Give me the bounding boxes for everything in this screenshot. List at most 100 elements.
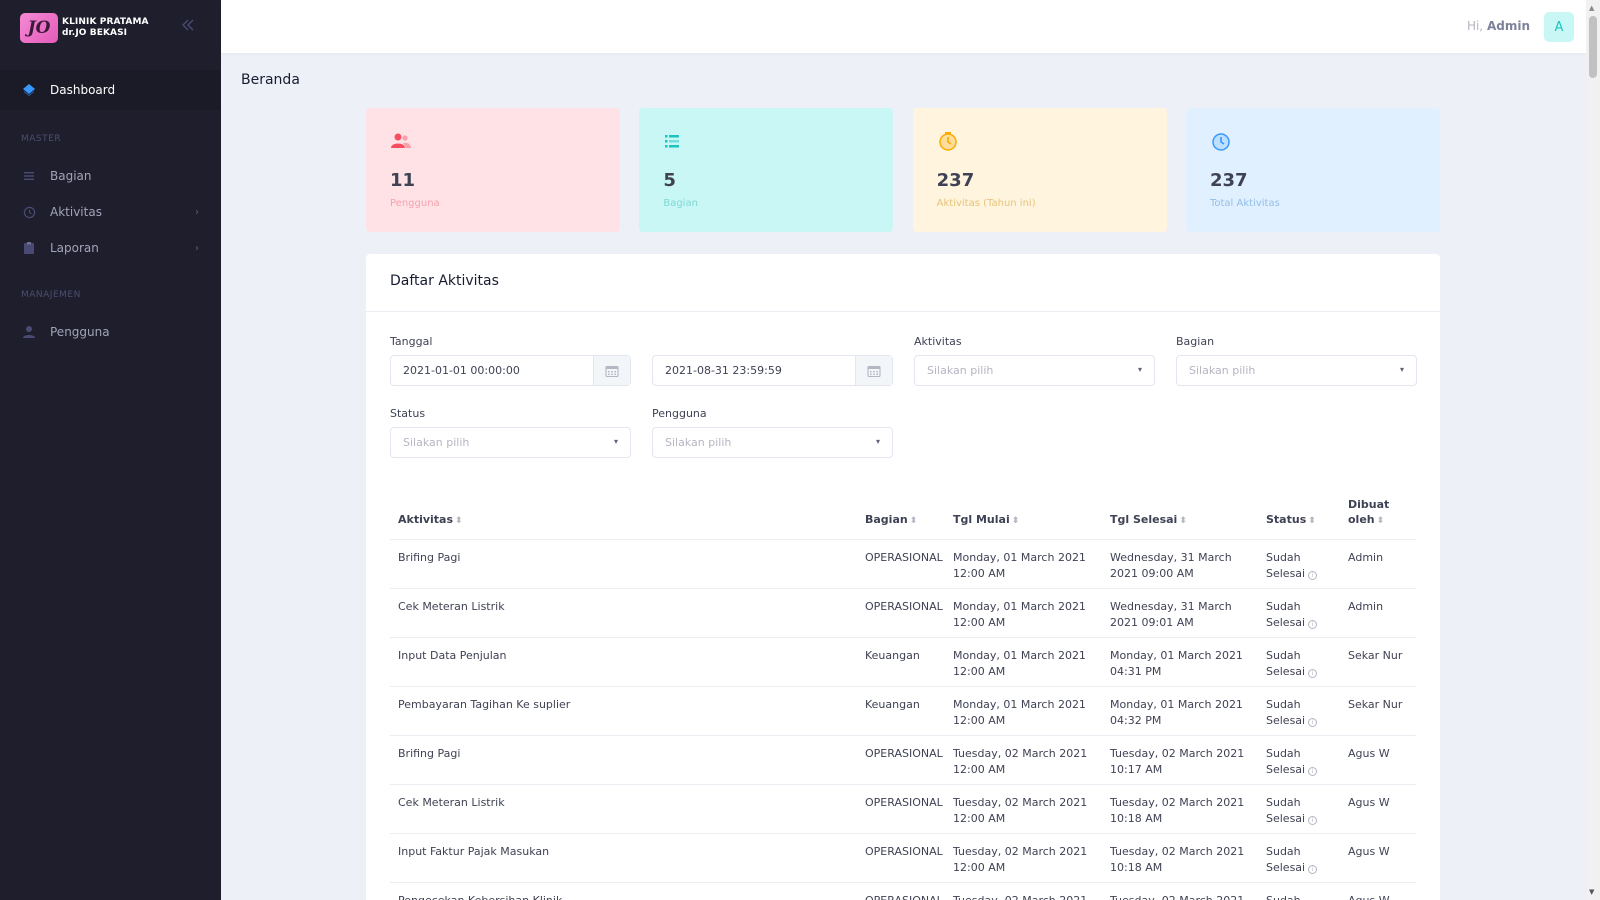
cell-bagian: Keuangan <box>865 698 920 711</box>
sort-icon: ⬍ <box>455 516 463 526</box>
stat-card-bagian[interactable]: 5 Bagian <box>639 108 894 232</box>
column-header-aktivitas[interactable]: Aktivitas ⬍ <box>398 512 463 529</box>
column-header-dibuat-oleh[interactable]: Dibuat oleh ⬍ <box>1348 497 1398 529</box>
stat-card-aktivitas-tahun-ini[interactable]: 237 Aktivitas (Tahun ini) <box>912 108 1167 232</box>
date-to-input[interactable]: 2021-08-31 23:59:59 <box>652 355 893 386</box>
table-row[interactable]: Pengecekan Kebersihan Klinik OPERASIONAL… <box>390 883 1416 900</box>
cell-aktivitas: Cek Meteran Listrik <box>398 796 505 809</box>
cell-tgl-selesai: Tuesday, 02 March 2021 10:17 AM <box>1110 747 1245 776</box>
chevron-down-icon: ▾ <box>1399 365 1404 374</box>
stat-value: 237 <box>936 170 975 191</box>
cell-aktivitas: Cek Meteran Listrik <box>398 600 505 613</box>
collapse-sidebar-icon[interactable] <box>181 18 195 36</box>
sidebar-item-pengguna[interactable]: Pengguna <box>0 314 221 350</box>
page-title: Beranda <box>241 72 300 88</box>
cell-dibuat-oleh: Admin <box>1348 600 1384 613</box>
stat-label: Pengguna <box>390 198 440 209</box>
calendar-icon[interactable] <box>855 356 892 385</box>
cell-status: SudahSelesaii <box>1266 844 1318 876</box>
cell-aktivitas: Brifing Pagi <box>398 551 461 564</box>
sidebar-item-dashboard[interactable]: Dashboard <box>0 70 221 110</box>
column-header-bagian[interactable]: Bagian ⬍ <box>865 512 917 529</box>
cell-dibuat-oleh: Agus W <box>1348 796 1390 809</box>
cell-dibuat-oleh: Agus W <box>1348 845 1390 858</box>
brand-logo: JO <box>20 13 58 43</box>
avatar[interactable]: A <box>1544 12 1574 42</box>
sidebar-item-label: Dashboard <box>50 83 116 97</box>
brand-name: KLINIK PRATAMA dr.JO BEKASI <box>62 17 149 38</box>
chevron-right-icon: › <box>195 242 199 254</box>
info-icon[interactable]: i <box>1308 767 1318 776</box>
cell-aktivitas: Input Data Penjulan <box>398 649 507 662</box>
cell-aktivitas: Brifing Pagi <box>398 747 461 760</box>
cell-tgl-mulai: Tuesday, 02 March 202112:00 AM <box>953 845 1088 874</box>
sidebar-item-bagian[interactable]: Bagian <box>0 158 221 194</box>
table-row[interactable]: Input Data Penjulan Keuangan Monday, 01 … <box>390 638 1416 687</box>
panel-title: Daftar Aktivitas <box>366 254 1440 312</box>
cell-bagian: OPERASIONAL <box>865 893 943 900</box>
stat-label: Bagian <box>663 198 698 209</box>
cell-tgl-selesai: Tuesday, 02 March 202110:20 AM <box>1110 893 1244 900</box>
cell-aktivitas: Input Faktur Pajak Masukan <box>398 845 550 858</box>
column-header-tgl-mulai[interactable]: Tgl Mulai ⬍ <box>953 512 1019 529</box>
page-scrollbar[interactable]: ▲ ▼ <box>1586 0 1600 900</box>
cell-dibuat-oleh: Sekar Nur <box>1348 698 1403 711</box>
clock-icon <box>1210 130 1232 152</box>
aktivitas-select[interactable]: Silakan pilih ▾ <box>914 355 1155 386</box>
stat-card-total-aktivitas[interactable]: 237 Total Aktivitas <box>1185 108 1440 232</box>
cell-bagian: OPERASIONAL <box>865 796 943 809</box>
list-icon <box>22 169 36 183</box>
user-greeting[interactable]: Hi, Admin <box>1467 19 1530 33</box>
sort-icon: ⬍ <box>1179 516 1187 526</box>
cell-tgl-selesai: Tuesday, 02 March 2021 10:18 AM <box>1110 845 1245 874</box>
table-row[interactable]: Cek Meteran Listrik OPERASIONAL Tuesday,… <box>390 785 1416 834</box>
status-select[interactable]: Silakan pilih ▾ <box>390 427 631 458</box>
info-icon[interactable]: i <box>1308 571 1318 580</box>
cell-dibuat-oleh: Admin <box>1348 551 1384 564</box>
column-header-status[interactable]: Status ⬍ <box>1266 512 1316 529</box>
info-icon[interactable]: i <box>1308 620 1318 629</box>
stat-card-pengguna[interactable]: 11 Pengguna <box>366 108 620 232</box>
brand[interactable]: JO KLINIK PRATAMA dr.JO BEKASI <box>0 0 221 56</box>
sidebar-item-label: Aktivitas <box>50 205 102 219</box>
cell-tgl-mulai: Monday, 01 March 2021 12:00 AM <box>953 600 1086 629</box>
calendar-icon[interactable] <box>593 356 630 385</box>
table-body: Brifing Pagi OPERASIONAL Monday, 01 Marc… <box>390 540 1416 900</box>
cell-tgl-selesai: Wednesday, 31 March 2021 09:00 AM <box>1110 551 1232 580</box>
table-row[interactable]: Brifing Pagi OPERASIONAL Monday, 01 Marc… <box>390 540 1416 589</box>
users-icon <box>390 130 412 152</box>
stat-value: 5 <box>663 170 676 191</box>
cell-tgl-selesai: Monday, 01 March 2021 04:31 PM <box>1110 649 1243 678</box>
scroll-up-arrow-icon[interactable]: ▲ <box>1589 4 1594 12</box>
activity-panel: Daftar Aktivitas Tanggal 2021-01-01 00:0… <box>366 254 1440 900</box>
cell-status: SudahSelesaii <box>1266 795 1318 827</box>
cell-status: SudahSelesaii <box>1266 893 1317 900</box>
table-row[interactable]: Pembayaran Tagihan Ke suplier Keuangan M… <box>390 687 1416 736</box>
chevron-down-icon: ▾ <box>1137 365 1142 374</box>
sidebar-section-manajemen: MANAJEMEN <box>21 290 81 300</box>
info-icon[interactable]: i <box>1308 669 1318 678</box>
info-icon[interactable]: i <box>1308 865 1318 874</box>
top-header: Hi, Admin A <box>221 0 1586 53</box>
pengguna-select[interactable]: Silakan pilih ▾ <box>652 427 893 458</box>
bagian-select[interactable]: Silakan pilih ▾ <box>1176 355 1417 386</box>
layers-icon <box>22 83 36 97</box>
table-row[interactable]: Brifing Pagi OPERASIONAL Tuesday, 02 Mar… <box>390 736 1416 785</box>
cell-dibuat-oleh: Agus W <box>1348 747 1390 760</box>
column-header-tgl-selesai[interactable]: Tgl Selesai ⬍ <box>1110 512 1187 529</box>
cell-aktivitas: Pengecekan Kebersihan Klinik <box>398 893 562 900</box>
cell-status: SudahSelesaii <box>1266 599 1318 631</box>
info-icon[interactable]: i <box>1308 816 1318 825</box>
sidebar-item-laporan[interactable]: Laporan › <box>0 230 221 266</box>
table-row[interactable]: Input Faktur Pajak Masukan OPERASIONAL T… <box>390 834 1416 883</box>
scrollbar-thumb[interactable] <box>1589 16 1597 78</box>
sidebar-item-aktivitas[interactable]: Aktivitas › <box>0 194 221 230</box>
chevron-right-icon: › <box>195 206 199 218</box>
info-icon[interactable]: i <box>1308 718 1318 727</box>
chevron-down-icon: ▾ <box>613 437 618 446</box>
date-from-input[interactable]: 2021-01-01 00:00:00 <box>390 355 631 386</box>
scroll-down-arrow-icon[interactable]: ▼ <box>1589 888 1594 896</box>
list-icon <box>663 130 685 152</box>
table-row[interactable]: Cek Meteran Listrik OPERASIONAL Monday, … <box>390 589 1416 638</box>
stat-value: 11 <box>390 170 416 191</box>
